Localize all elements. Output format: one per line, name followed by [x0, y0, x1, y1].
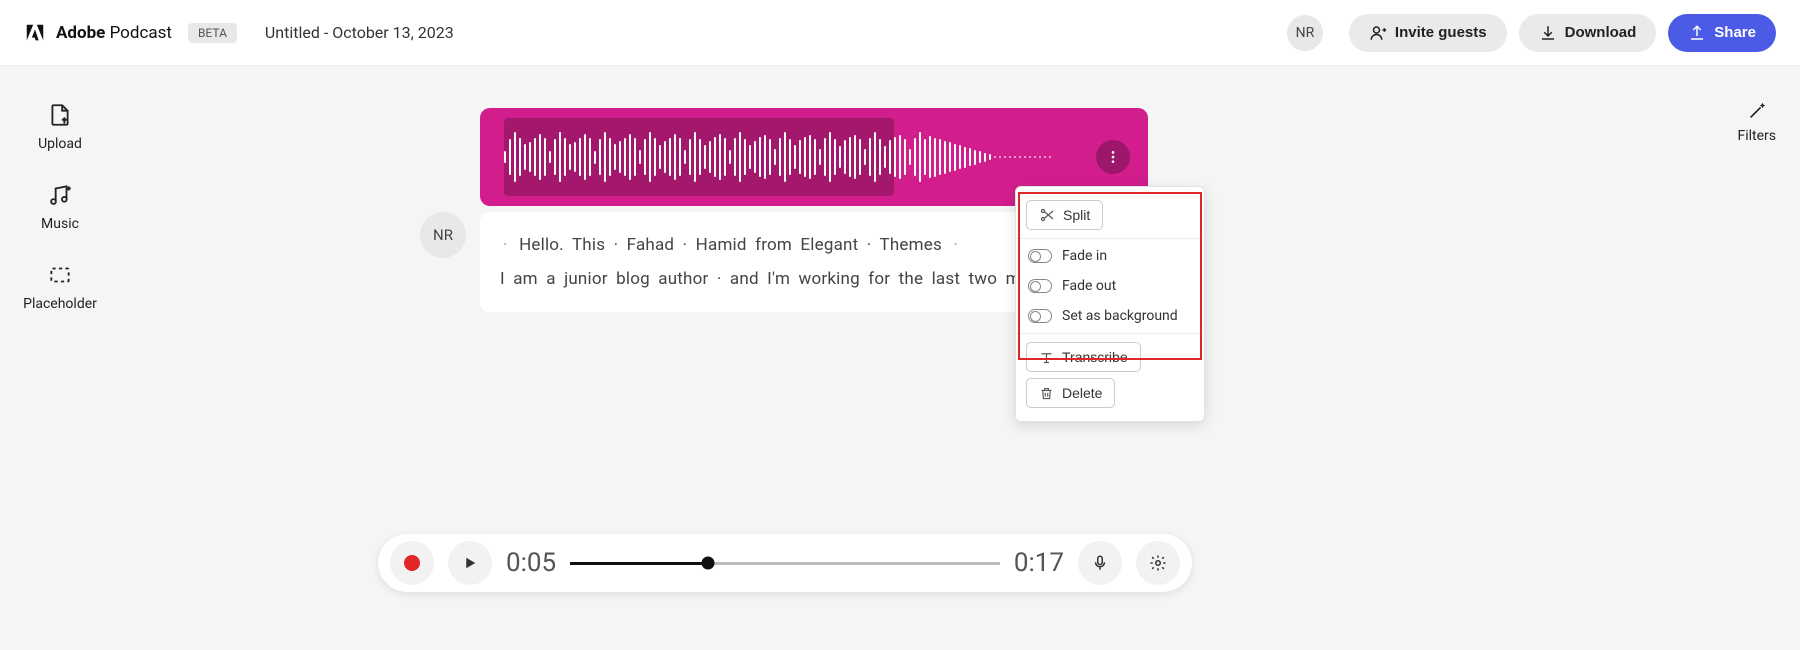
- toggle-off-icon: [1028, 249, 1052, 263]
- user-avatar[interactable]: NR: [1287, 15, 1323, 51]
- play-icon: [461, 554, 479, 572]
- brand-text: Adobe Podcast: [56, 23, 172, 43]
- document-title[interactable]: Untitled - October 13, 2023: [265, 23, 454, 42]
- current-time: 0:05: [506, 548, 556, 578]
- player-bar: 0:05 0:17: [378, 534, 1192, 592]
- settings-button[interactable]: [1136, 541, 1180, 585]
- total-time: 0:17: [1014, 548, 1064, 578]
- adobe-logo-icon: [24, 22, 46, 44]
- seek-thumb[interactable]: [701, 557, 714, 570]
- fade-out-toggle[interactable]: Fade out: [1016, 271, 1204, 301]
- filters-wand-icon: [1746, 100, 1768, 122]
- fade-in-toggle[interactable]: Fade in: [1016, 241, 1204, 271]
- seek-track[interactable]: [570, 562, 1000, 565]
- music-icon: [47, 182, 73, 208]
- brand-group: Adobe Podcast BETA: [24, 22, 237, 44]
- play-button[interactable]: [448, 541, 492, 585]
- waveform: [504, 129, 1088, 185]
- set-background-toggle[interactable]: Set as background: [1016, 301, 1204, 331]
- delete-button[interactable]: Delete: [1026, 378, 1115, 408]
- placeholder-tool[interactable]: Placeholder: [23, 262, 97, 312]
- record-icon: [404, 555, 420, 571]
- transcribe-button[interactable]: Transcribe: [1026, 342, 1141, 372]
- app-header: Adobe Podcast BETA Untitled - October 13…: [0, 0, 1800, 66]
- upload-tool[interactable]: Upload: [38, 102, 82, 152]
- share-button[interactable]: Share: [1668, 14, 1776, 52]
- mic-button[interactable]: [1078, 541, 1122, 585]
- share-icon: [1688, 24, 1706, 42]
- left-sidebar: Upload Music Placeholder: [0, 66, 120, 312]
- beta-badge: BETA: [188, 23, 237, 43]
- more-vertical-icon: [1105, 149, 1121, 165]
- invite-guests-button[interactable]: Invite guests: [1349, 14, 1507, 52]
- upload-file-icon: [47, 102, 73, 128]
- toggle-off-icon: [1028, 309, 1052, 323]
- filters-tool[interactable]: Filters: [1737, 100, 1776, 144]
- toggle-off-icon: [1028, 279, 1052, 293]
- download-button[interactable]: Download: [1519, 14, 1657, 52]
- speaker-avatar[interactable]: NR: [420, 212, 466, 258]
- placeholder-icon: [47, 262, 73, 288]
- trash-icon: [1039, 386, 1054, 401]
- download-icon: [1539, 24, 1557, 42]
- record-button[interactable]: [390, 541, 434, 585]
- track-progress: [570, 562, 708, 565]
- split-icon: [1039, 207, 1055, 223]
- person-add-icon: [1369, 24, 1387, 42]
- type-icon: [1039, 350, 1054, 365]
- mic-icon: [1091, 554, 1109, 572]
- gear-icon: [1149, 554, 1167, 572]
- split-button[interactable]: Split: [1026, 200, 1103, 230]
- music-tool[interactable]: Music: [41, 182, 79, 232]
- clip-more-button[interactable]: [1096, 140, 1130, 174]
- clip-context-menu: Split Fade in Fade out Set as background…: [1015, 186, 1205, 422]
